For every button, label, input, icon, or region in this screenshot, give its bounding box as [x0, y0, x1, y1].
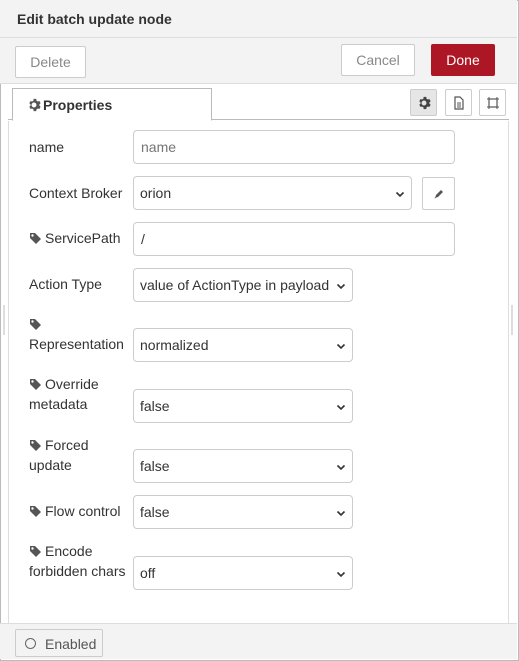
override-metadata-select[interactable]: false [133, 389, 353, 423]
encode-forbidden-value: off [140, 565, 156, 581]
name-input[interactable] [133, 130, 455, 164]
resize-handle-right[interactable] [511, 305, 513, 335]
chevron-down-icon [336, 283, 346, 290]
forced-update-select[interactable]: false [133, 449, 353, 483]
action-type-label: Action Type [29, 276, 102, 292]
node-description-tab-button[interactable] [445, 89, 472, 116]
tray-title: Edit batch update node [17, 11, 172, 27]
chevron-down-icon [336, 343, 346, 350]
encode-forbidden-select[interactable]: off [133, 556, 353, 590]
override-metadata-label-line2: metadata [29, 396, 88, 412]
context-broker-label: Context Broker [29, 185, 123, 201]
file-icon [454, 96, 464, 110]
tray-header: Edit batch update node [0, 0, 517, 38]
context-broker-value: orion [140, 185, 172, 201]
circle-icon [25, 638, 36, 649]
chevron-down-icon [395, 191, 405, 198]
service-path-input[interactable]: / [133, 222, 455, 256]
forced-update-label-line1: Forced [45, 437, 89, 453]
done-button[interactable]: Done [431, 44, 495, 76]
tag-icon [30, 233, 41, 244]
frame-icon [487, 97, 499, 109]
chevron-down-icon [336, 464, 346, 471]
tag-icon [30, 440, 41, 451]
representation-label-text: Representation [29, 336, 124, 352]
forced-update-value: false [140, 458, 170, 474]
encode-forbidden-label: Encode forbidden chars [29, 541, 126, 581]
flow-control-label: Flow control [29, 501, 120, 521]
chevron-down-icon [336, 404, 346, 411]
forced-update-label: Forced update [29, 435, 89, 475]
override-metadata-value: false [140, 398, 170, 414]
gear-icon [29, 98, 41, 112]
context-broker-select[interactable]: orion [133, 176, 412, 210]
forced-update-label-line2: update [29, 457, 72, 473]
representation-select[interactable]: normalized [133, 328, 353, 362]
resize-handle-left[interactable] [3, 305, 5, 335]
chevron-down-icon [336, 510, 346, 517]
flow-control-select[interactable]: false [133, 495, 353, 529]
flow-control-value: false [140, 504, 170, 520]
edit-broker-button[interactable] [422, 177, 455, 210]
cancel-button[interactable]: Cancel [341, 44, 415, 76]
node-settings-tab-button[interactable] [410, 89, 437, 116]
tag-icon [30, 506, 41, 517]
node-appearance-tab-button[interactable] [479, 89, 506, 116]
action-type-value: value of ActionType in payload [140, 277, 330, 293]
tag-icon [30, 319, 41, 330]
action-type-select[interactable]: value of ActionType in payload [133, 268, 353, 302]
tab-properties-label: Properties [43, 97, 113, 113]
chevron-down-icon [336, 571, 346, 578]
gear-icon [419, 96, 431, 110]
override-metadata-label: Override metadata [29, 374, 99, 414]
override-metadata-label-line1: Override [45, 376, 99, 392]
tab-properties[interactable]: Properties [12, 88, 212, 121]
representation-label: Representation [29, 314, 124, 354]
enabled-toggle-button[interactable]: Enabled [15, 629, 103, 657]
encode-forbidden-label-line2: forbidden chars [29, 563, 126, 579]
delete-button[interactable]: Delete [15, 46, 86, 78]
enabled-label: Enabled [45, 636, 97, 652]
flow-control-label-text: Flow control [45, 503, 121, 519]
pencil-icon [434, 190, 443, 199]
tag-icon [30, 546, 41, 557]
tag-icon [30, 379, 41, 390]
service-path-label: ServicePath [29, 228, 120, 248]
encode-forbidden-label-line1: Encode [45, 543, 93, 559]
name-label: name [29, 139, 65, 155]
service-path-label-text: ServicePath [45, 230, 121, 246]
representation-value: normalized [140, 337, 209, 353]
